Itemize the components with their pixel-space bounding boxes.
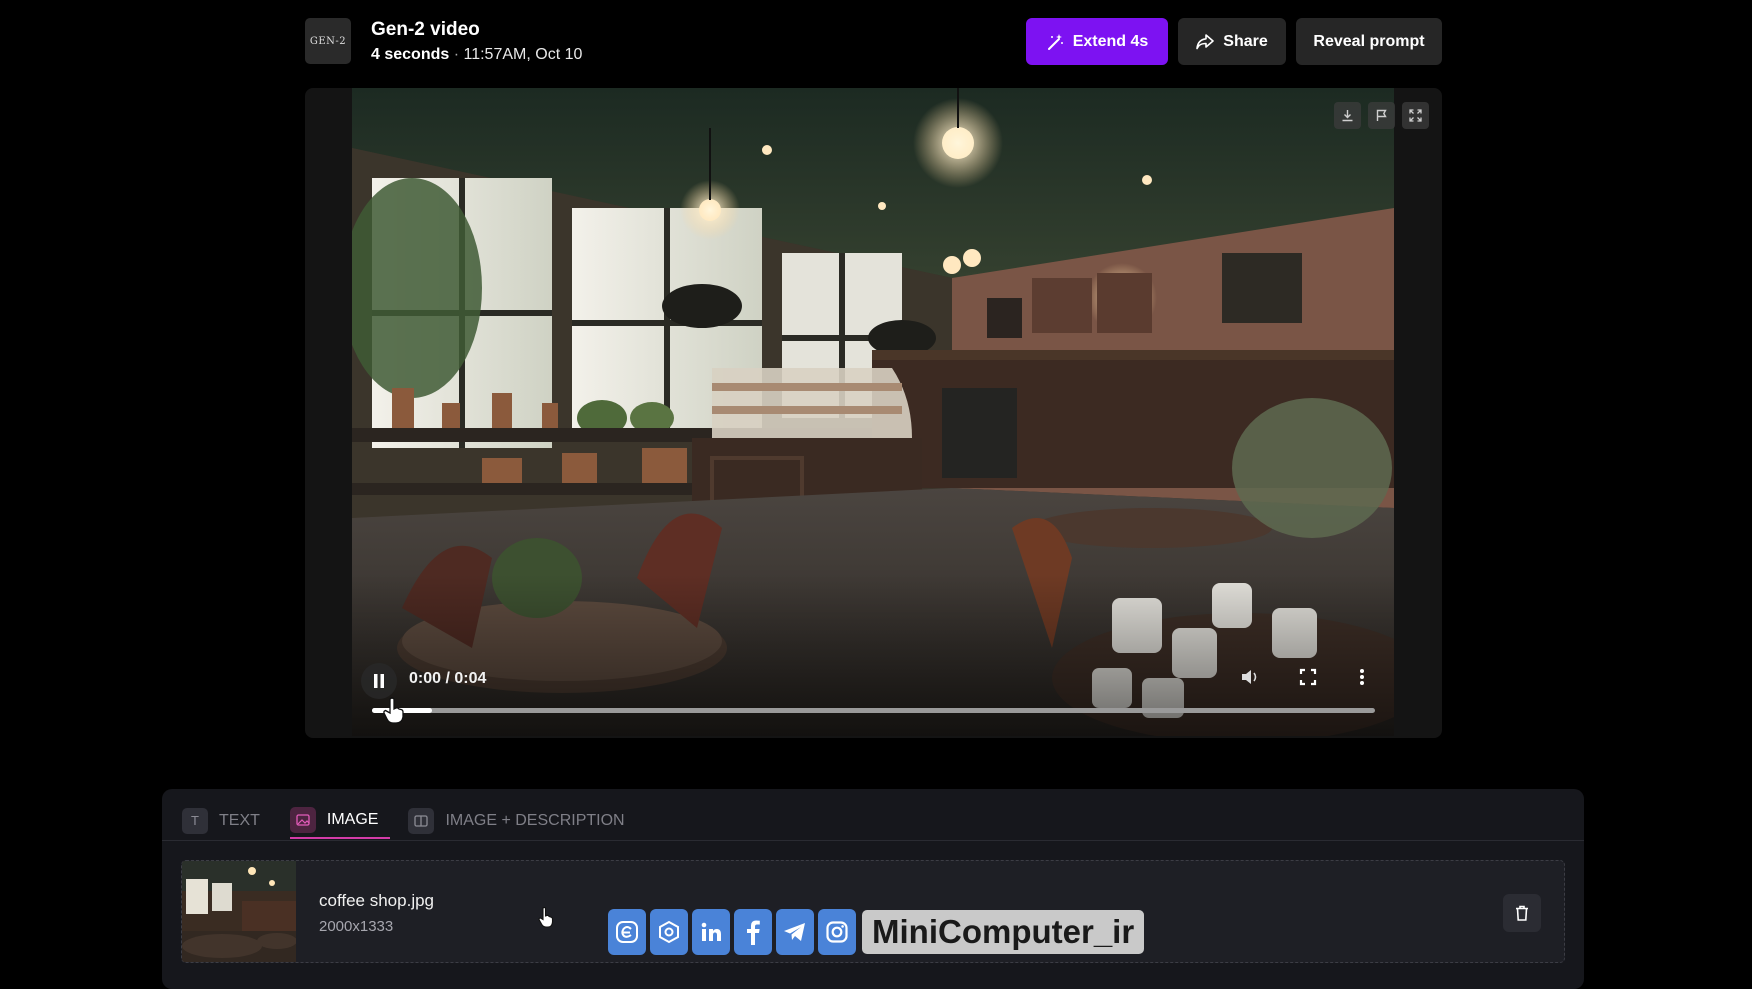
- image-description-icon: [408, 807, 435, 834]
- video-progress-bar[interactable]: [372, 708, 1375, 713]
- meta-separator: ·: [453, 46, 460, 63]
- watermark-text: MiniComputer_ir: [862, 910, 1145, 954]
- reveal-prompt-label: Reveal prompt: [1313, 32, 1425, 50]
- gen2-logo: GEN-2: [305, 18, 351, 64]
- delete-file-button[interactable]: [1503, 894, 1541, 932]
- tab-text[interactable]: T TEXT: [182, 802, 272, 839]
- coffee-shop-video-frame: [352, 88, 1394, 736]
- tab-image[interactable]: IMAGE: [289, 802, 391, 839]
- image-icon: [289, 806, 316, 833]
- flag-icon[interactable]: [1368, 102, 1395, 129]
- file-thumbnail: [182, 861, 296, 962]
- video-title: Gen-2 video: [371, 19, 480, 40]
- tab-image-description-label: IMAGE + DESCRIPTION: [445, 811, 625, 829]
- video-time-display: 0:00 / 0:04: [409, 670, 487, 687]
- video-player[interactable]: [352, 88, 1394, 736]
- text-icon: T: [182, 807, 208, 834]
- video-duration: 4 seconds: [371, 46, 450, 63]
- fullscreen-icon[interactable]: [1299, 668, 1317, 691]
- eitaa-icon: [608, 909, 646, 955]
- telegram-icon: [776, 909, 814, 955]
- instagram-icon: [818, 909, 856, 955]
- file-name: coffee shop.jpg: [319, 891, 434, 910]
- video-toolbar: [1334, 102, 1429, 129]
- more-vertical-icon[interactable]: [1359, 668, 1365, 691]
- rubika-icon: [650, 909, 688, 955]
- reveal-prompt-button[interactable]: Reveal prompt: [1296, 18, 1442, 65]
- pause-button[interactable]: [361, 663, 397, 699]
- tab-text-label: TEXT: [219, 811, 260, 829]
- tab-image-label: IMAGE: [326, 810, 379, 828]
- share-button[interactable]: Share: [1178, 18, 1286, 65]
- hand-cursor-icon: [383, 697, 405, 730]
- tab-divider: [162, 840, 1584, 841]
- video-meta: 4 seconds · 11:57AM, Oct 10: [371, 46, 582, 64]
- trash-icon: [1516, 905, 1528, 921]
- magic-wand-icon: [1047, 33, 1063, 50]
- extend-button[interactable]: Extend 4s: [1026, 18, 1168, 65]
- share-icon: [1196, 33, 1215, 49]
- extend-button-label: Extend 4s: [1072, 32, 1149, 50]
- download-icon[interactable]: [1334, 102, 1361, 129]
- tab-image-description[interactable]: IMAGE + DESCRIPTION: [408, 802, 636, 839]
- expand-icon[interactable]: [1402, 102, 1429, 129]
- pointer-cursor-icon: [538, 906, 554, 934]
- pause-icon: [374, 674, 384, 688]
- input-mode-tabs: T TEXT IMAGE IMAGE + DESCRIPTION: [182, 802, 655, 839]
- video-timestamp: 11:57AM, Oct 10: [463, 46, 583, 63]
- facebook-icon: [734, 909, 772, 955]
- volume-icon[interactable]: [1240, 668, 1260, 691]
- linkedin-icon: [692, 909, 730, 955]
- file-dimensions: 2000x1333: [319, 918, 394, 935]
- watermark: MiniComputer_ir: [608, 908, 1145, 956]
- share-button-label: Share: [1223, 32, 1268, 50]
